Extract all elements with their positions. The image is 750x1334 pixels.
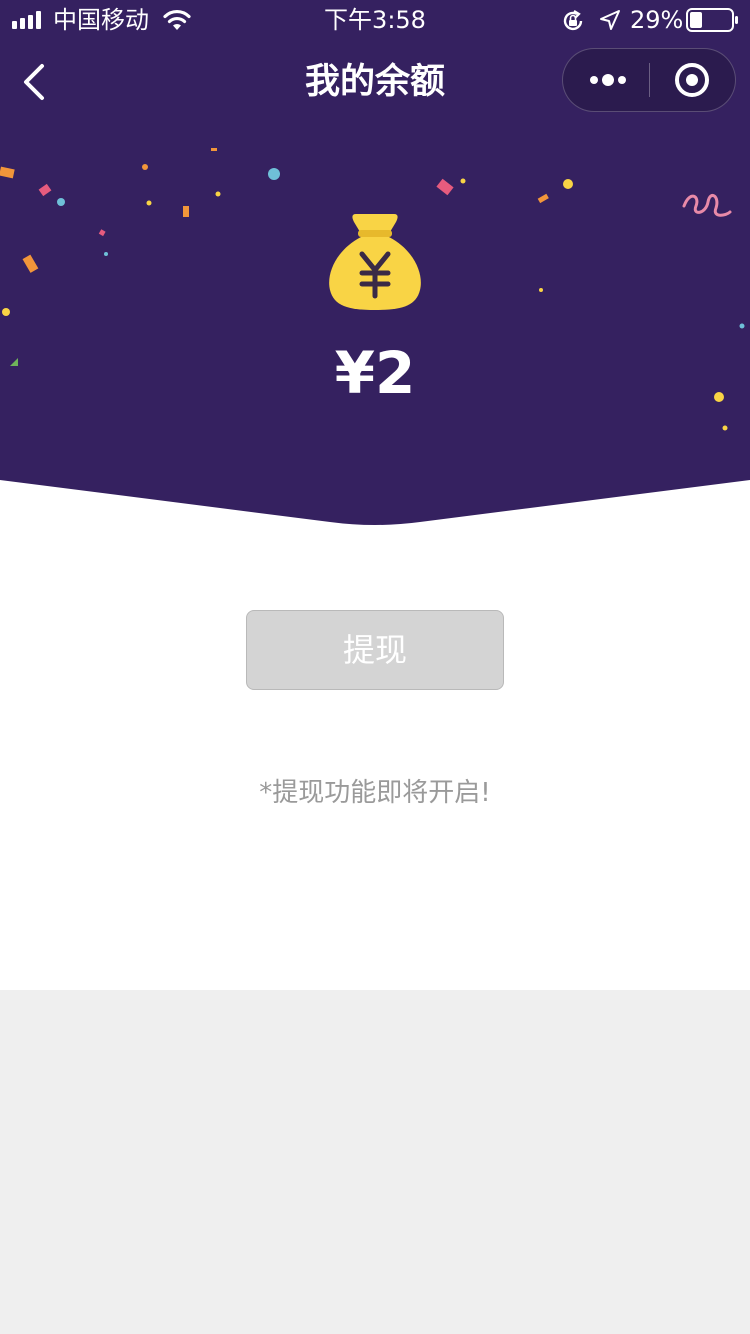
balance-amount: ¥2 — [334, 339, 416, 407]
target-close-icon — [675, 63, 709, 97]
more-button[interactable] — [563, 49, 649, 111]
withdraw-button[interactable]: 提现 — [246, 610, 504, 690]
balance-header: 中国移动 下午3:58 29% 我的余额 ¥2 — [0, 0, 750, 530]
withdraw-notice: *提现功能即将开启! — [259, 778, 491, 808]
battery-percent: 29% — [630, 6, 684, 34]
navigation-bar: 我的余额 — [0, 48, 750, 116]
status-bar: 中国移动 下午3:58 29% — [0, 0, 750, 40]
content-panel — [0, 476, 750, 990]
mini-program-capsule — [562, 48, 736, 112]
orientation-lock-icon — [563, 10, 583, 31]
money-bag-icon — [329, 214, 421, 310]
battery-icon — [686, 8, 738, 32]
more-dots-icon — [590, 74, 626, 86]
close-button[interactable] — [650, 49, 735, 111]
location-arrow-icon — [600, 10, 620, 30]
